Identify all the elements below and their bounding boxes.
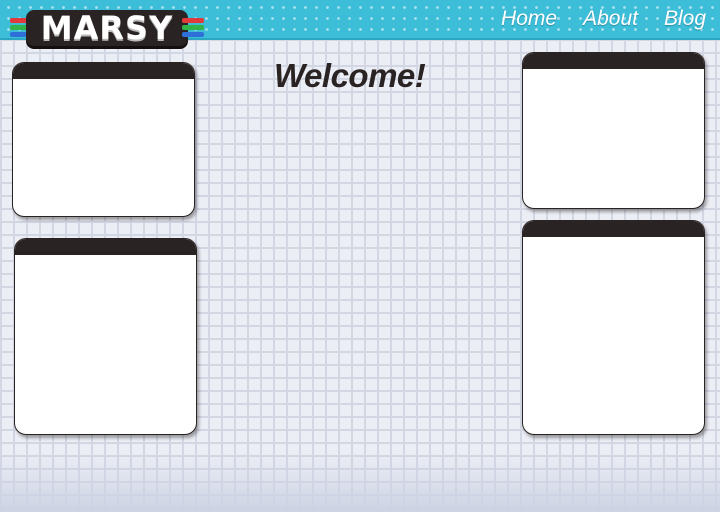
content-panel-left-top (12, 62, 195, 217)
content-panel-right-bottom (522, 220, 705, 435)
nav-link-about[interactable]: About (583, 6, 638, 32)
content-panel-right-top (522, 52, 705, 209)
site-logo[interactable]: MARSY (6, 6, 206, 52)
site-header: MARSY Home About Blog (0, 0, 720, 46)
background-fade (0, 452, 720, 512)
nav-link-home[interactable]: Home (501, 6, 557, 32)
panel-header-bar (523, 221, 704, 237)
nav-link-blog[interactable]: Blog (664, 6, 706, 32)
content-panel-left-bottom (14, 238, 197, 435)
logo-text: MARSY (40, 9, 174, 47)
logo-badge: MARSY (26, 10, 188, 46)
panel-header-bar (523, 53, 704, 69)
panel-header-bar (15, 239, 196, 255)
logo-stripes-right (182, 18, 204, 40)
panel-header-bar (13, 63, 194, 79)
main-nav: Home About Blog (501, 6, 706, 32)
page-heading: Welcome! (274, 57, 426, 94)
